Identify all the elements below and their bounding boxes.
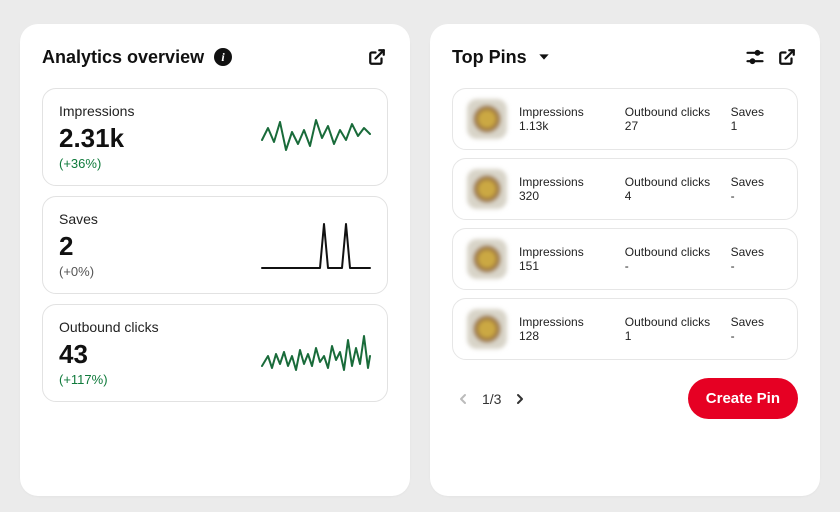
metric-value: 2 <box>59 231 261 262</box>
pin-saves-label: Saves <box>731 105 783 119</box>
pin-impressions-value: 128 <box>519 329 609 343</box>
external-link-icon[interactable] <box>776 46 798 68</box>
sparkline-icon <box>261 218 371 273</box>
pin-saves-label: Saves <box>731 245 783 259</box>
pin-thumbnail <box>467 99 507 139</box>
sparkline-icon <box>261 326 371 381</box>
analytics-header: Analytics overview i <box>42 46 388 68</box>
pin-saves-label: Saves <box>731 315 783 329</box>
pin-row[interactable]: Impressions 320 Outbound clicks 4 Saves … <box>452 158 798 220</box>
analytics-overview-card: Analytics overview i Impressions 2.31k (… <box>20 24 410 496</box>
pin-impressions-label: Impressions <box>519 245 609 259</box>
pin-impressions-value: 320 <box>519 189 609 203</box>
pager-prev-icon[interactable] <box>452 388 474 410</box>
pin-saves-value: 1 <box>731 119 783 133</box>
pin-impressions-value: 1.13k <box>519 119 609 133</box>
external-link-icon[interactable] <box>366 46 388 68</box>
filter-icon[interactable] <box>744 46 766 68</box>
pin-saves-label: Saves <box>731 175 783 189</box>
pin-outbound-label: Outbound clicks <box>625 175 715 189</box>
metric-row[interactable]: Outbound clicks 43 (+117%) <box>42 304 388 402</box>
metric-change: (+117%) <box>59 372 261 387</box>
metric-change: (+36%) <box>59 156 261 171</box>
pin-impressions-value: 151 <box>519 259 609 273</box>
top-pins-title: Top Pins <box>452 47 527 68</box>
pager-text: 1/3 <box>482 391 501 407</box>
pin-impressions-label: Impressions <box>519 175 609 189</box>
pin-outbound-value: 1 <box>625 329 715 343</box>
pin-thumbnail <box>467 239 507 279</box>
pin-saves-value: - <box>731 259 783 273</box>
pin-thumbnail <box>467 169 507 209</box>
pin-outbound-label: Outbound clicks <box>625 245 715 259</box>
pin-outbound-value: - <box>625 259 715 273</box>
pin-row[interactable]: Impressions 1.13k Outbound clicks 27 Sav… <box>452 88 798 150</box>
metric-row[interactable]: Impressions 2.31k (+36%) <box>42 88 388 186</box>
pager: 1/3 Create Pin <box>452 378 798 419</box>
metric-value: 43 <box>59 339 261 370</box>
pager-next-icon[interactable] <box>509 388 531 410</box>
metric-label: Saves <box>59 211 261 227</box>
pin-outbound-value: 27 <box>625 119 715 133</box>
top-pins-header: Top Pins <box>452 46 798 68</box>
chevron-down-icon[interactable] <box>533 46 555 68</box>
metric-value: 2.31k <box>59 123 261 154</box>
analytics-title: Analytics overview <box>42 47 204 68</box>
pin-row[interactable]: Impressions 128 Outbound clicks 1 Saves … <box>452 298 798 360</box>
pin-outbound-label: Outbound clicks <box>625 105 715 119</box>
pin-impressions-label: Impressions <box>519 315 609 329</box>
pin-saves-value: - <box>731 189 783 203</box>
pin-saves-value: - <box>731 329 783 343</box>
metric-row[interactable]: Saves 2 (+0%) <box>42 196 388 294</box>
pin-thumbnail <box>467 309 507 349</box>
top-pins-card: Top Pins Impressions 1.13k Outbound clic… <box>430 24 820 496</box>
pin-row[interactable]: Impressions 151 Outbound clicks - Saves … <box>452 228 798 290</box>
pin-outbound-value: 4 <box>625 189 715 203</box>
metric-label: Outbound clicks <box>59 319 261 335</box>
pin-outbound-label: Outbound clicks <box>625 315 715 329</box>
metric-label: Impressions <box>59 103 261 119</box>
create-pin-button[interactable]: Create Pin <box>688 378 798 419</box>
metric-change: (+0%) <box>59 264 261 279</box>
sparkline-icon <box>261 110 371 165</box>
pin-impressions-label: Impressions <box>519 105 609 119</box>
info-icon[interactable]: i <box>214 48 232 66</box>
